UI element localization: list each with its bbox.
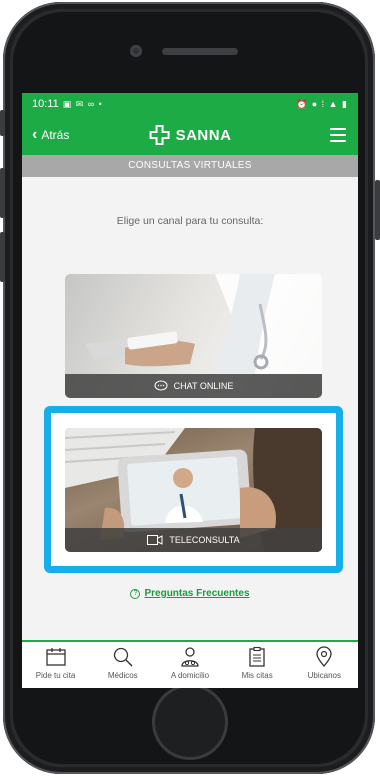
doctor-icon <box>181 647 199 667</box>
clipboard-icon <box>249 646 265 667</box>
chevron-left-icon: ‹ <box>32 126 38 143</box>
faq-link[interactable]: ? Preguntas Frecuentes <box>22 588 358 599</box>
tab-ubicanos[interactable]: Ubicanos <box>293 646 355 680</box>
tab-label: A domicilio <box>170 671 210 680</box>
power-button <box>375 180 380 240</box>
system-icons: ⏰ ● ⁞ ▲ ▮ <box>295 98 348 109</box>
brand-logo: SANNA <box>149 124 232 146</box>
chat-online-card[interactable]: CHAT ONLINE <box>65 274 322 398</box>
location-pin-icon <box>316 646 332 667</box>
volume-up-button <box>0 168 5 218</box>
app-screen: 10:11 ▣ ✉ ∞ • ⏰ ● ⁞ ▲ ▮ ‹ Atrás SANNA CO… <box>22 93 358 688</box>
volume-down-button <box>0 232 5 282</box>
tab-label: Ubicanos <box>307 671 342 680</box>
front-camera <box>130 45 142 57</box>
sanna-cross-logo-icon <box>149 125 170 145</box>
brand-name: SANNA <box>175 126 232 144</box>
channel-prompt: Elige un canal para tu consulta: <box>116 215 264 227</box>
tab-label: Médicos <box>107 671 138 680</box>
search-icon <box>113 647 133 667</box>
question-icon: ? <box>130 588 141 599</box>
hamburger-menu-icon[interactable] <box>330 128 346 142</box>
faq-label: Preguntas Frecuentes <box>144 588 250 599</box>
tab-medicos[interactable]: Médicos <box>92 646 154 680</box>
chat-online-label: CHAT ONLINE <box>173 381 234 391</box>
notification-icons: ▣ ✉ ∞ • <box>62 98 103 109</box>
teleconsulta-label-bar: TELECONSULTA <box>65 528 322 552</box>
app-header: ‹ Atrás SANNA <box>22 115 358 155</box>
home-button[interactable] <box>152 684 228 760</box>
chat-icon <box>154 380 168 391</box>
tab-mis-citas[interactable]: Mis citas <box>226 646 288 680</box>
back-label: Atrás <box>41 128 70 142</box>
status-time: 10:11 <box>32 98 59 110</box>
section-title: CONSULTAS VIRTUALES <box>22 155 358 177</box>
video-icon <box>147 535 163 545</box>
teleconsulta-card[interactable]: TELECONSULTA <box>65 428 322 552</box>
tab-pide-tu-cita[interactable]: Pide tu cita <box>25 646 87 680</box>
back-button[interactable]: ‹ Atrás <box>22 127 69 143</box>
earpiece-speaker <box>162 48 238 55</box>
tab-label: Mis citas <box>241 671 273 680</box>
status-bar: 10:11 ▣ ✉ ∞ • ⏰ ● ⁞ ▲ ▮ <box>22 93 358 115</box>
tab-label: Pide tu cita <box>35 671 76 680</box>
teleconsulta-label: TELECONSULTA <box>169 535 240 545</box>
mute-switch <box>0 110 5 136</box>
tab-a-domicilio[interactable]: A domicilio <box>159 646 221 680</box>
chat-online-label-bar: CHAT ONLINE <box>65 374 322 398</box>
calendar-icon <box>45 648 66 666</box>
bottom-tab-bar: Pide tu cita Médicos A domicilio Mis cit… <box>22 640 358 688</box>
